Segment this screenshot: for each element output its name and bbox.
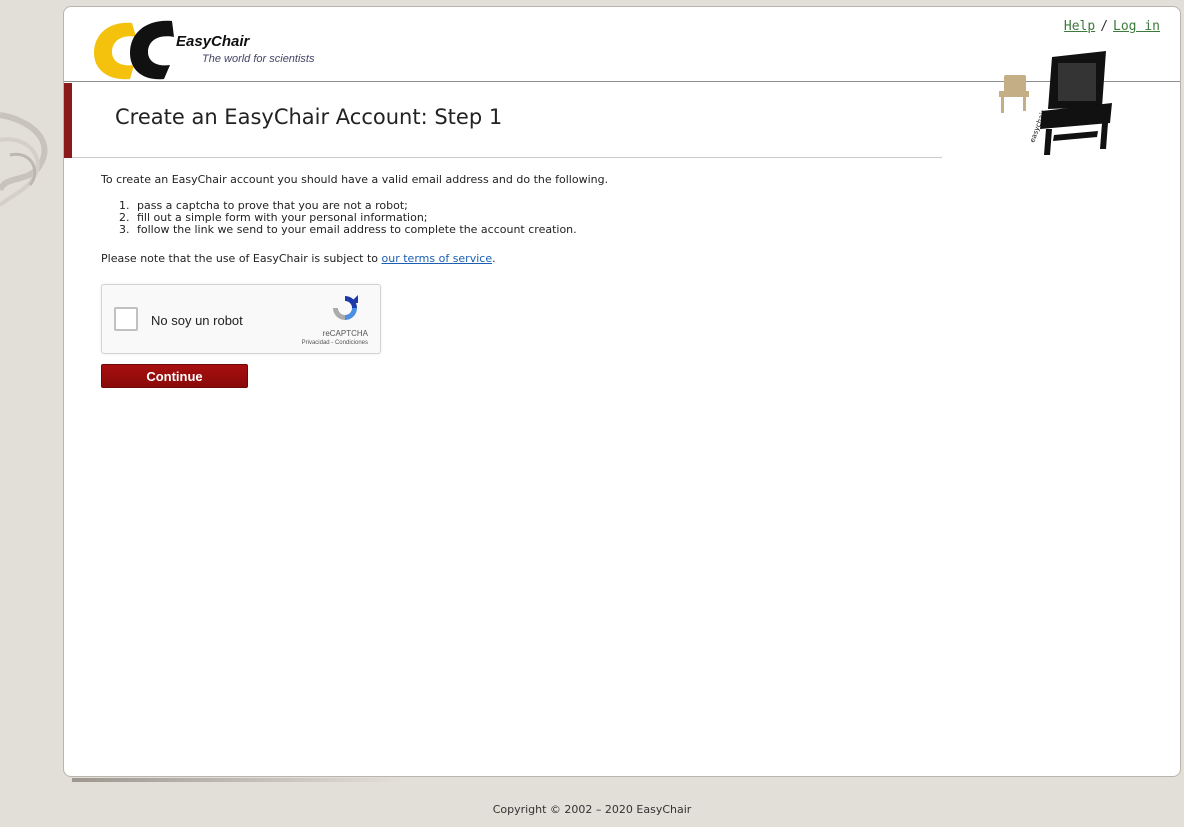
page-title: Create an EasyChair Account: Step 1 <box>115 105 503 129</box>
steps-list: 1. pass a captcha to prove that you are n… <box>101 200 1001 236</box>
step-number: 3. <box>119 223 130 236</box>
login-link[interactable]: Log in <box>1113 19 1160 34</box>
intro-text: To create an EasyChair account you shoul… <box>101 173 609 186</box>
link-separator: / <box>1100 19 1109 34</box>
card-shadow <box>72 778 402 782</box>
page-content: To create an EasyChair account you shoul… <box>101 173 1001 265</box>
continue-button[interactable]: Continue <box>101 364 248 388</box>
captcha-label: No soy un robot <box>151 313 243 328</box>
brand-tagline: The world for scientists <box>202 53 315 65</box>
recaptcha-brand: reCAPTCHA <box>322 329 368 338</box>
ec-logo-icon <box>94 20 174 80</box>
brand-name: EasyChair <box>176 33 250 50</box>
step-text: follow the link we send to your email ad… <box>137 223 577 236</box>
title-divider <box>72 157 942 158</box>
captcha-checkbox[interactable] <box>114 307 138 331</box>
terms-note: Please note that the use of EasyChair is… <box>101 252 1001 265</box>
terms-prefix: Please note that the use of EasyChair is… <box>101 252 382 265</box>
help-link[interactable]: Help <box>1064 19 1095 34</box>
step-item: 3. follow the link we send to your email … <box>119 224 1001 236</box>
copyright-text: Copyright © 2002 – 2020 EasyChair <box>492 803 692 816</box>
recaptcha-icon <box>333 295 358 320</box>
top-links: Help / Log in <box>1064 19 1160 34</box>
page-card: EasyChair The world for scientists Help /… <box>63 6 1181 777</box>
recaptcha-legal[interactable]: Privacidad - Condiciones <box>302 340 368 346</box>
easychair-logo[interactable]: EasyChair The world for scientists <box>90 17 350 83</box>
chair-illustration-icon: easychair <box>999 51 1112 155</box>
recaptcha-widget: No soy un robot reCAPTCHA Privacidad - C… <box>101 284 381 354</box>
terms-of-service-link[interactable]: our terms of service <box>382 252 493 265</box>
decorative-swirl <box>0 112 48 207</box>
title-accent-bar <box>64 83 72 158</box>
terms-suffix: . <box>492 252 496 265</box>
